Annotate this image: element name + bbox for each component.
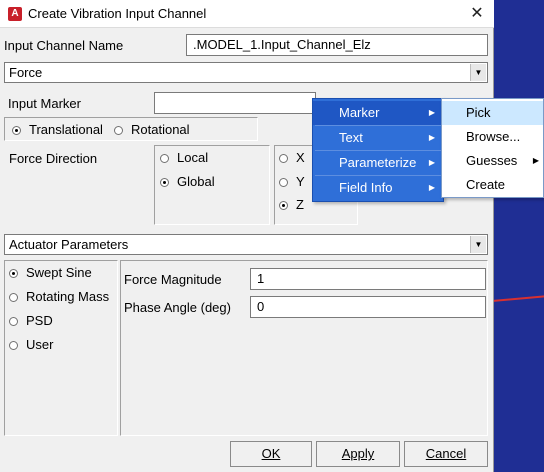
user-radio[interactable]: User <box>9 337 53 352</box>
menu-item-marker[interactable]: Marker ▶ <box>313 101 443 125</box>
psd-radio[interactable]: PSD <box>9 313 53 328</box>
apply-button[interactable]: Apply <box>316 441 400 467</box>
cancel-button[interactable]: Cancel <box>404 441 488 467</box>
input-type-select[interactable]: Force ▼ <box>4 62 488 83</box>
viewport-background <box>490 0 544 472</box>
rotational-label: Rotational <box>131 122 190 137</box>
actuator-select-value: Actuator Parameters <box>9 237 129 252</box>
radio-selected-icon <box>279 201 288 211</box>
local-radio[interactable]: Local <box>160 150 208 165</box>
axis-z-radio[interactable]: Z <box>279 197 304 212</box>
marker-submenu: Pick Browse... Guesses ▶ Create <box>441 98 544 198</box>
axis-x-radio[interactable]: X <box>279 150 305 165</box>
force-magnitude-input[interactable]: 1 <box>250 268 486 290</box>
input-marker-field[interactable] <box>154 92 316 114</box>
actuator-select[interactable]: Actuator Parameters ▼ <box>4 234 488 255</box>
radio-selected-icon <box>160 178 169 188</box>
submenu-item-guesses[interactable]: Guesses ▶ <box>442 149 543 173</box>
app-icon: A <box>8 7 22 21</box>
chevron-right-icon: ▶ <box>532 156 539 165</box>
phase-angle-input[interactable]: 0 <box>250 296 486 318</box>
swept-sine-radio[interactable]: Swept Sine <box>9 265 92 280</box>
force-magnitude-label: Force Magnitude <box>124 272 222 287</box>
rotational-radio[interactable]: Rotational <box>114 122 190 137</box>
radio-selected-icon <box>12 126 21 136</box>
close-icon[interactable]: ✕ <box>460 0 494 28</box>
radio-unselected-icon <box>9 293 18 303</box>
global-radio[interactable]: Global <box>160 174 215 189</box>
axis-x-label: X <box>296 150 305 165</box>
axis-y-radio[interactable]: Y <box>279 174 305 189</box>
chevron-down-icon[interactable]: ▼ <box>470 236 486 253</box>
local-label: Local <box>177 150 209 165</box>
radio-unselected-icon <box>114 126 123 136</box>
dialog-window: A Create Vibration Input Channel ✕ Input… <box>0 0 494 472</box>
submenu-item-pick[interactable]: Pick <box>442 101 543 125</box>
force-direction-label: Force Direction <box>9 151 98 166</box>
window-title: Create Vibration Input Channel <box>28 6 207 21</box>
phase-angle-label: Phase Angle (deg) <box>124 300 231 315</box>
radio-unselected-icon <box>9 341 18 351</box>
submenu-item-create[interactable]: Create <box>442 173 543 197</box>
radio-unselected-icon <box>279 178 288 188</box>
global-label: Global <box>177 174 215 189</box>
chevron-right-icon: ▶ <box>428 108 435 117</box>
context-menu: Marker ▶ Text ▶ Parameterize ▶ Field Inf… <box>312 98 444 202</box>
radio-selected-icon <box>9 269 18 279</box>
input-marker-label: Input Marker <box>8 96 81 111</box>
radio-unselected-icon <box>9 317 18 327</box>
axis-y-label: Y <box>296 174 305 189</box>
swept-sine-label: Swept Sine <box>26 265 92 280</box>
channel-name-label: Input Channel Name <box>4 38 124 53</box>
chevron-right-icon: ▶ <box>428 133 435 142</box>
translational-radio[interactable]: Translational <box>12 122 103 137</box>
chevron-right-icon: ▶ <box>428 158 435 167</box>
menu-item-text[interactable]: Text ▶ <box>313 126 443 150</box>
title-bar: A Create Vibration Input Channel ✕ <box>0 0 494 28</box>
radio-unselected-icon <box>279 154 288 164</box>
radio-unselected-icon <box>160 154 169 164</box>
chevron-down-icon[interactable]: ▼ <box>470 64 486 81</box>
ok-button[interactable]: OK <box>230 441 312 467</box>
axis-z-label: Z <box>296 197 304 212</box>
menu-item-field-info[interactable]: Field Info ▶ <box>313 176 443 200</box>
input-type-value: Force <box>9 65 43 80</box>
translational-label: Translational <box>29 122 103 137</box>
submenu-item-browse[interactable]: Browse... <box>442 125 543 149</box>
user-label: User <box>26 337 54 352</box>
menu-item-parameterize[interactable]: Parameterize ▶ <box>313 151 443 175</box>
channel-name-input[interactable]: .MODEL_1.Input_Channel_Elz <box>186 34 488 56</box>
psd-label: PSD <box>26 313 53 328</box>
chevron-right-icon: ▶ <box>428 183 435 192</box>
rotating-mass-radio[interactable]: Rotating Mass <box>9 289 109 304</box>
rotating-mass-label: Rotating Mass <box>26 289 110 304</box>
